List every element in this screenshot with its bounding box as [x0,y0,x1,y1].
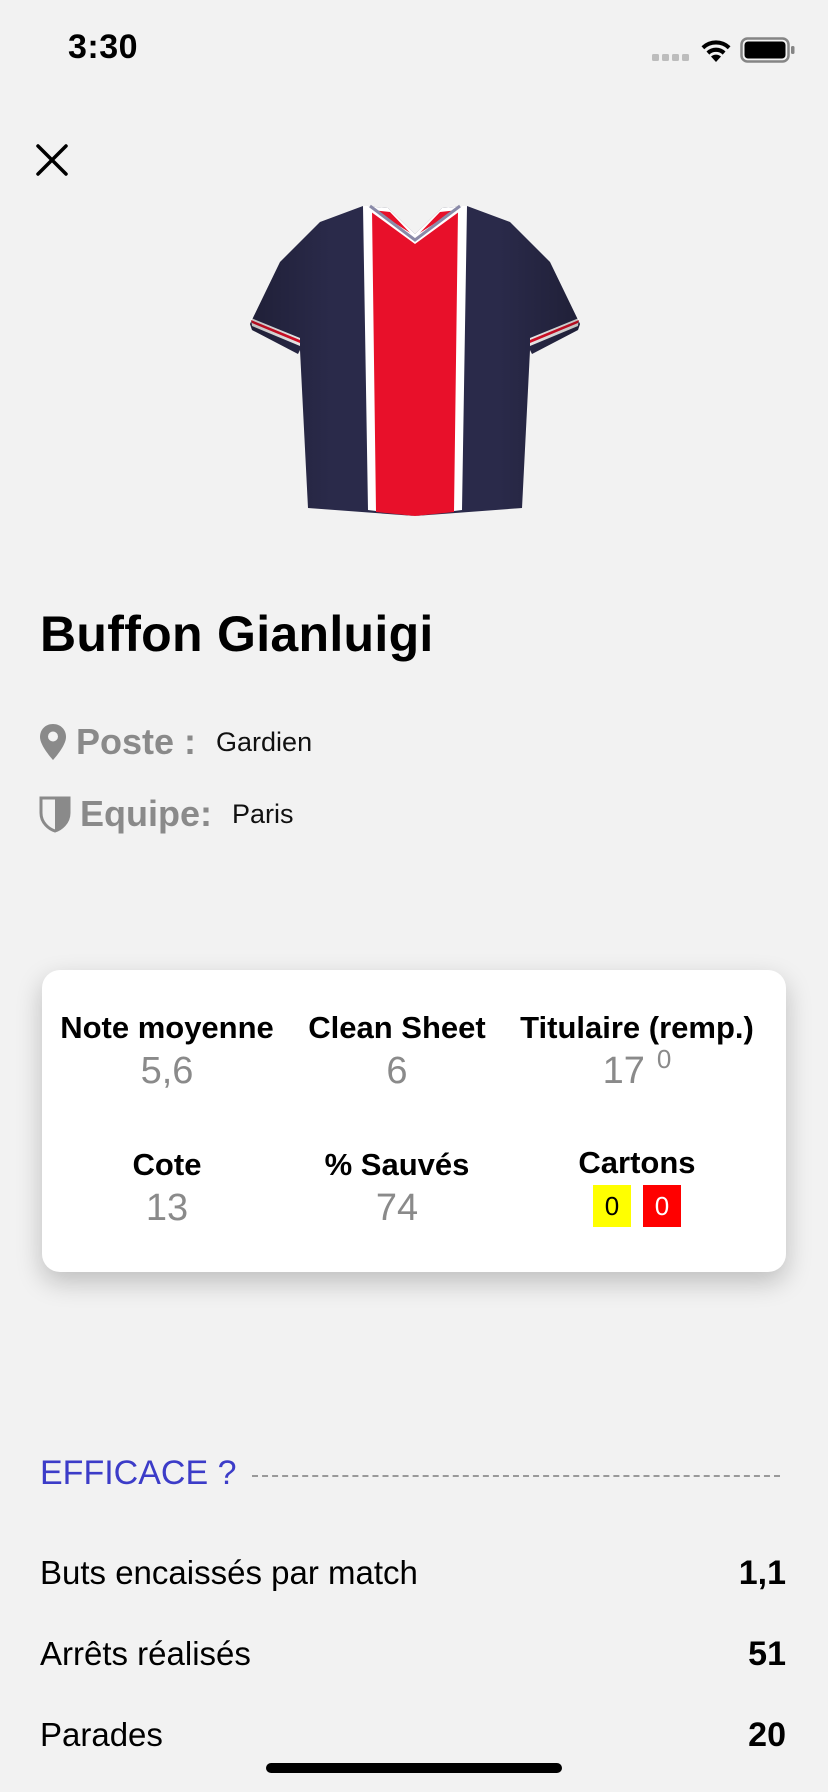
stat-label: Note moyenne [60,1010,274,1045]
location-pin-icon [40,724,66,760]
section-divider [252,1475,780,1477]
metric-value: 1,1 [738,1553,786,1592]
stat-value: 13 [145,1187,189,1229]
stat-note-moyenne: Note moyenne 5,6 [42,1010,292,1093]
stat-label: Clean Sheet [308,1010,486,1045]
stat-sub-value: 0 [656,1044,672,1074]
metric-value: 20 [748,1715,786,1754]
stat-sauves: % Sauvés 74 [272,1147,522,1230]
stat-value: 6 [386,1050,408,1092]
poste-row: Poste : Gardien [38,717,312,767]
stat-label: Cote [132,1147,202,1182]
close-icon[interactable] [34,142,70,178]
red-card-count: 0 [643,1185,681,1227]
wifi-icon [701,40,731,62]
yellow-card-count: 0 [593,1185,631,1227]
metric-label: Parades [40,1716,163,1753]
stat-titulaire: Titulaire (remp.) 17 0 [512,1010,762,1093]
stat-label: % Sauvés [324,1147,470,1182]
metric-label: Buts encaissés par match [40,1554,418,1591]
poste-label: Poste : [76,721,197,762]
equipe-label: Equipe: [80,793,212,834]
player-name: Buffon Gianluigi [40,606,434,662]
shield-icon [39,796,71,833]
battery-icon [740,37,795,63]
section-title: EFFICACE ? [40,1453,237,1492]
metric-row: Arrêts réalisés 51 [40,1629,786,1679]
equipe-row: Equipe: Paris [38,789,294,839]
stat-value: 74 [375,1187,419,1229]
card-badges: 0 0 [512,1185,762,1227]
poste-value: Gardien [216,726,313,757]
metric-row: Buts encaissés par match 1,1 [40,1548,786,1598]
stats-card: Note moyenne 5,6 Clean Sheet 6 Titulaire… [42,970,786,1272]
equipe-value: Paris [232,798,294,829]
stat-value: 17 [602,1050,645,1092]
stat-value: 5,6 [140,1050,194,1092]
home-indicator[interactable] [266,1763,562,1773]
metric-label: Arrêts réalisés [40,1635,251,1672]
metric-row: Parades 20 [40,1710,786,1760]
status-bar: 3:30 [0,0,828,100]
stat-clean-sheet: Clean Sheet 6 [272,1010,522,1093]
stat-value-wrap: 17 0 [512,1044,762,1093]
stat-label: Titulaire (remp.) [520,1010,754,1045]
metric-value: 51 [748,1634,786,1673]
stat-cartons: Cartons 0 0 [512,1145,762,1227]
stat-label: Cartons [578,1145,696,1180]
section-header: EFFICACE ? [40,1448,780,1498]
team-jersey-image [250,204,580,516]
cellular-signal-icon [652,54,689,61]
stat-cote: Cote 13 [42,1147,292,1230]
status-time: 3:30 [68,28,139,66]
